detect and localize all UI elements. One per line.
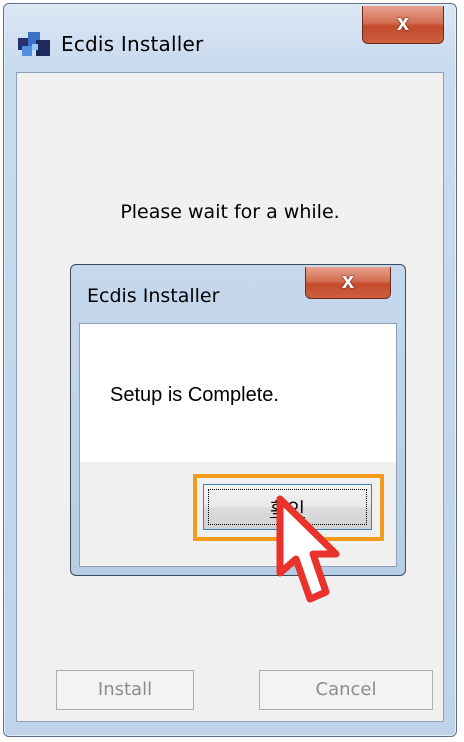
close-icon: x <box>341 268 355 293</box>
cancel-button[interactable]: Cancel <box>259 670 433 710</box>
close-button[interactable]: x <box>362 6 444 44</box>
dialog-message-area: Setup is Complete. <box>80 324 396 462</box>
title-bar: Ecdis Installer x <box>4 4 456 72</box>
dialog-title: Ecdis Installer <box>87 285 220 307</box>
pointer-cursor-icon <box>276 495 340 603</box>
dialog-message: Setup is Complete. <box>110 384 279 406</box>
status-text: Please wait for a while. <box>120 201 340 223</box>
app-icon <box>18 32 50 56</box>
install-button[interactable]: Install <box>56 670 194 710</box>
dialog-close-button[interactable]: x <box>305 267 391 299</box>
window-title: Ecdis Installer <box>61 32 204 56</box>
close-icon: x <box>396 10 410 35</box>
